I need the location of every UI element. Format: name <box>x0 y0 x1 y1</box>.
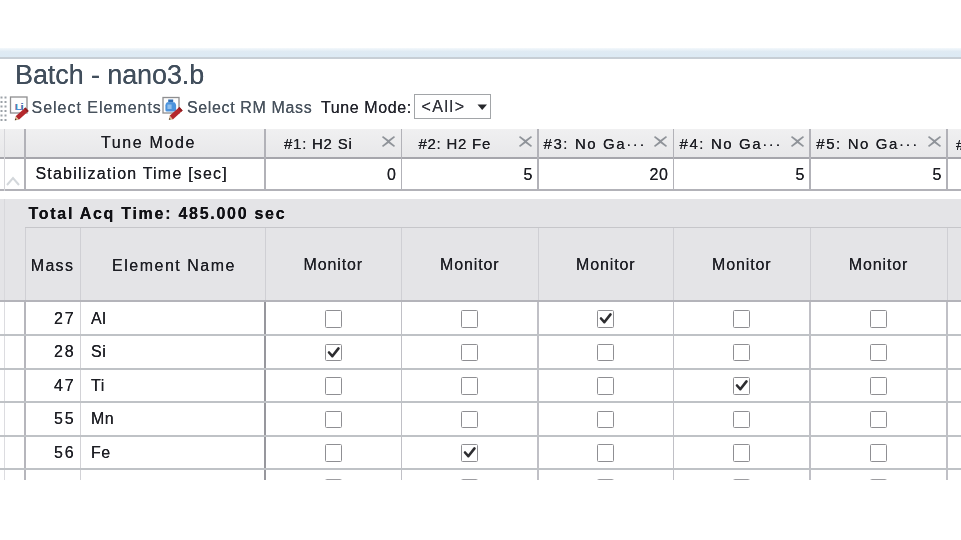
svg-text:Li: Li <box>15 101 23 112</box>
